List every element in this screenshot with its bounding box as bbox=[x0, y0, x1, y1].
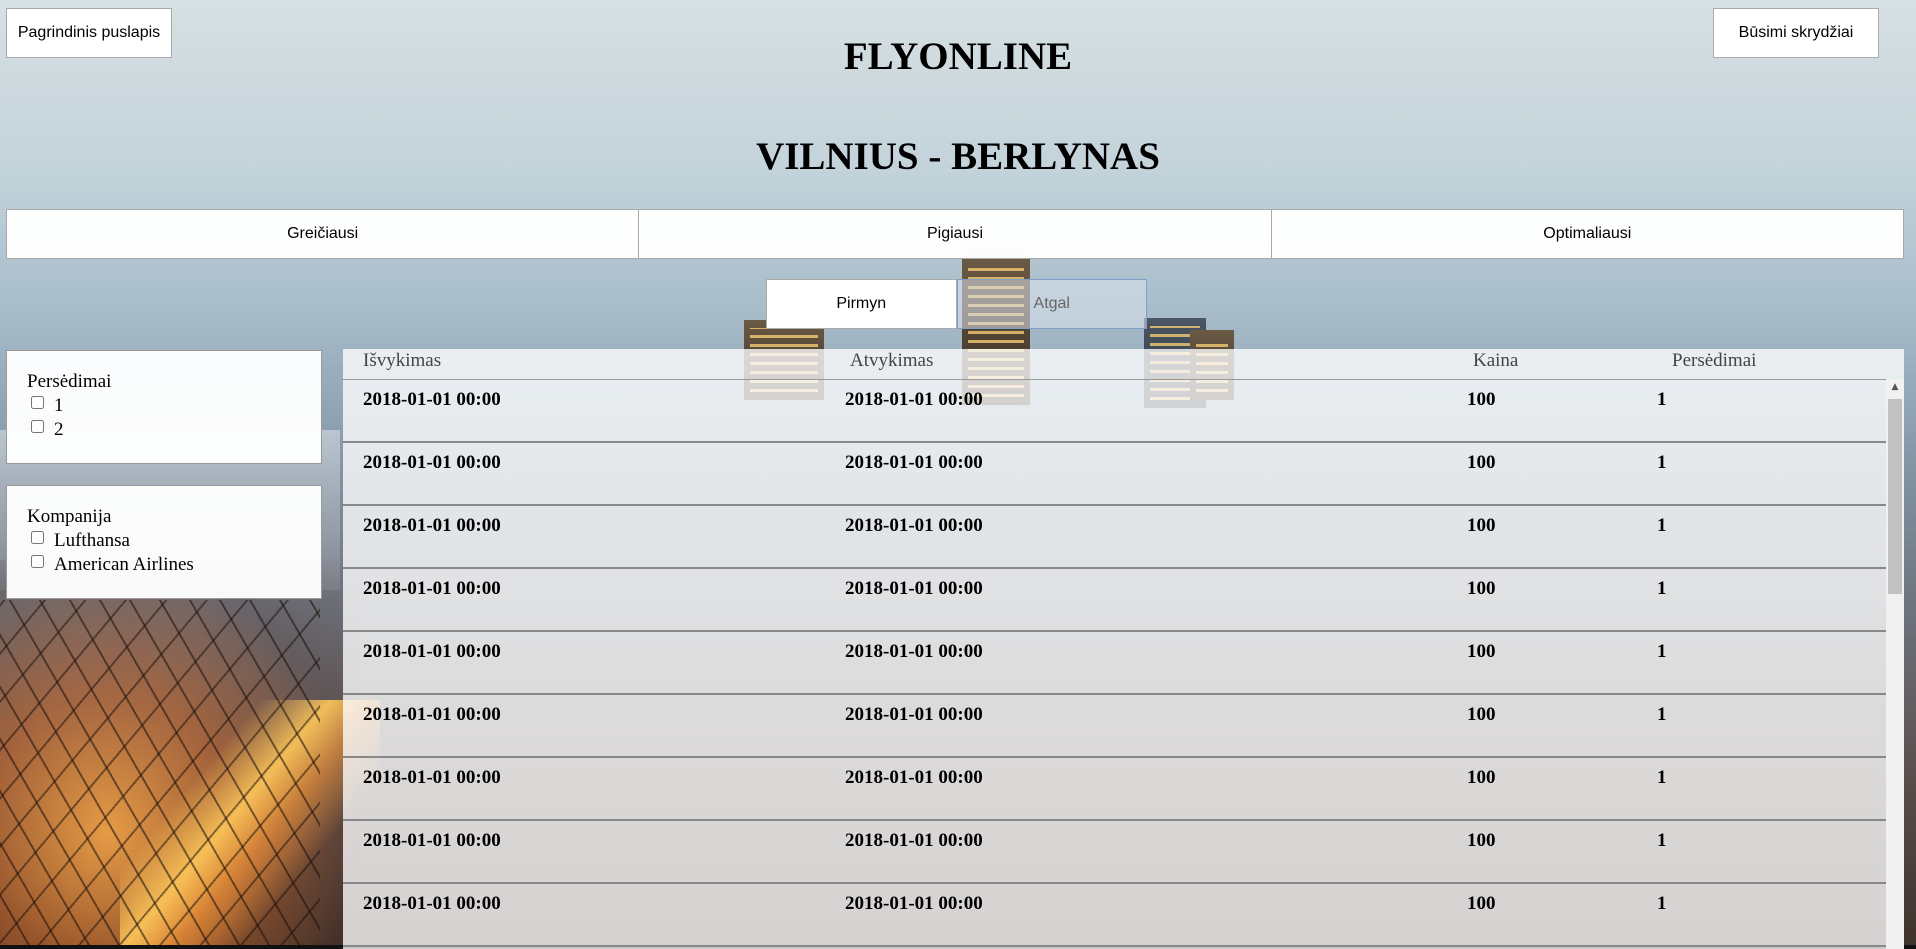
cell-price: 100 bbox=[1467, 767, 1496, 788]
cell-transfers: 1 bbox=[1657, 893, 1667, 914]
direction-toggle: Pirmyn Atgal bbox=[766, 279, 1147, 329]
flight-results-table: Išvykimas Atvykimas Kaina Persėdimai 201… bbox=[343, 349, 1904, 949]
lufthansa-checkbox[interactable] bbox=[31, 530, 44, 544]
cell-transfers: 1 bbox=[1657, 641, 1667, 662]
table-body: 2018-01-01 00:00 2018-01-01 00:00 100 1 … bbox=[343, 380, 1886, 947]
table-row[interactable]: 2018-01-01 00:00 2018-01-01 00:00 100 1 bbox=[343, 443, 1886, 506]
cell-price: 100 bbox=[1467, 830, 1496, 851]
transfers-option-label: 1 bbox=[54, 395, 64, 416]
table-row[interactable]: 2018-01-01 00:00 2018-01-01 00:00 100 1 bbox=[343, 569, 1886, 632]
cell-arrival: 2018-01-01 00:00 bbox=[845, 515, 983, 536]
header-price: Kaina bbox=[1473, 350, 1519, 371]
sort-fastest-button[interactable]: Greičiausi bbox=[6, 209, 640, 259]
cell-price: 100 bbox=[1467, 515, 1496, 536]
cell-transfers: 1 bbox=[1657, 452, 1667, 473]
cell-transfers: 1 bbox=[1657, 578, 1667, 599]
cell-price: 100 bbox=[1467, 704, 1496, 725]
route-title: VILNIUS - BERLYNAS bbox=[756, 135, 1160, 178]
table-row[interactable]: 2018-01-01 00:00 2018-01-01 00:00 100 1 bbox=[343, 632, 1886, 695]
cell-arrival: 2018-01-01 00:00 bbox=[845, 830, 983, 851]
transfers-option-2[interactable]: 2 bbox=[31, 418, 321, 442]
site-brand-title: FLYONLINE bbox=[843, 35, 1073, 78]
company-option-lufthansa[interactable]: Lufthansa bbox=[31, 529, 321, 553]
cell-transfers: 1 bbox=[1657, 830, 1667, 851]
cell-arrival: 2018-01-01 00:00 bbox=[845, 452, 983, 473]
cell-price: 100 bbox=[1467, 578, 1496, 599]
table-row[interactable]: 2018-01-01 00:00 2018-01-01 00:00 100 1 bbox=[343, 884, 1886, 947]
company-option-american-airlines[interactable]: American Airlines bbox=[31, 553, 321, 577]
cell-transfers: 1 bbox=[1657, 704, 1667, 725]
cell-arrival: 2018-01-01 00:00 bbox=[845, 641, 983, 662]
company-option-label: Lufthansa bbox=[54, 530, 130, 551]
cell-departure: 2018-01-01 00:00 bbox=[363, 641, 501, 662]
table-row[interactable]: 2018-01-01 00:00 2018-01-01 00:00 100 1 bbox=[343, 506, 1886, 569]
cell-price: 100 bbox=[1467, 641, 1496, 662]
header-transfers: Persėdimai bbox=[1672, 350, 1757, 371]
table-row[interactable]: 2018-01-01 00:00 2018-01-01 00:00 100 1 bbox=[343, 695, 1886, 758]
cell-departure: 2018-01-01 00:00 bbox=[363, 767, 501, 788]
table-row[interactable]: 2018-01-01 00:00 2018-01-01 00:00 100 1 bbox=[343, 821, 1886, 884]
cell-price: 100 bbox=[1467, 452, 1496, 473]
cell-arrival: 2018-01-01 00:00 bbox=[845, 767, 983, 788]
cell-departure: 2018-01-01 00:00 bbox=[363, 830, 501, 851]
cell-transfers: 1 bbox=[1657, 767, 1667, 788]
transfers-filter-title: Persėdimai bbox=[27, 371, 112, 392]
company-option-label: American Airlines bbox=[54, 554, 194, 575]
transfers-filter-panel: Persėdimai 1 2 bbox=[6, 350, 322, 464]
transfers-1-checkbox[interactable] bbox=[31, 395, 44, 409]
cell-departure: 2018-01-01 00:00 bbox=[363, 893, 501, 914]
table-header: Išvykimas Atvykimas Kaina Persėdimai bbox=[343, 349, 1886, 380]
cell-arrival: 2018-01-01 00:00 bbox=[845, 704, 983, 725]
cell-departure: 2018-01-01 00:00 bbox=[363, 452, 501, 473]
company-filter-panel: Kompanija Lufthansa American Airlines bbox=[6, 485, 322, 599]
scrollbar-thumb[interactable] bbox=[1888, 399, 1902, 594]
background-tree-branches bbox=[0, 600, 320, 949]
sort-cheapest-button[interactable]: Pigiausi bbox=[639, 209, 1272, 259]
scroll-up-arrow-icon[interactable]: ▲ bbox=[1886, 379, 1904, 395]
cell-departure: 2018-01-01 00:00 bbox=[363, 578, 501, 599]
cell-price: 100 bbox=[1467, 893, 1496, 914]
transfers-2-checkbox[interactable] bbox=[31, 419, 44, 433]
cell-transfers: 1 bbox=[1657, 389, 1667, 410]
table-row[interactable]: 2018-01-01 00:00 2018-01-01 00:00 100 1 bbox=[343, 758, 1886, 821]
cell-arrival: 2018-01-01 00:00 bbox=[845, 578, 983, 599]
header-arrival: Atvykimas bbox=[850, 350, 934, 371]
header-departure: Išvykimas bbox=[363, 350, 442, 371]
cell-price: 100 bbox=[1467, 389, 1496, 410]
cell-transfers: 1 bbox=[1657, 515, 1667, 536]
transfers-option-label: 2 bbox=[54, 419, 64, 440]
cell-departure: 2018-01-01 00:00 bbox=[363, 704, 501, 725]
cell-departure: 2018-01-01 00:00 bbox=[363, 389, 501, 410]
transfers-option-1[interactable]: 1 bbox=[31, 394, 321, 418]
cell-arrival: 2018-01-01 00:00 bbox=[845, 389, 983, 410]
american-airlines-checkbox[interactable] bbox=[31, 554, 44, 568]
sort-optimal-button[interactable]: Optimaliausi bbox=[1271, 209, 1904, 259]
sort-tabs: Greičiausi Pigiausi Optimaliausi bbox=[6, 209, 1904, 259]
direction-forward-button[interactable]: Pirmyn bbox=[766, 279, 957, 329]
results-scrollbar[interactable]: ▲ bbox=[1886, 379, 1904, 949]
cell-arrival: 2018-01-01 00:00 bbox=[845, 893, 983, 914]
cell-departure: 2018-01-01 00:00 bbox=[363, 515, 501, 536]
table-row[interactable]: 2018-01-01 00:00 2018-01-01 00:00 100 1 bbox=[343, 380, 1886, 443]
direction-back-button[interactable]: Atgal bbox=[956, 279, 1147, 329]
company-filter-title: Kompanija bbox=[27, 506, 112, 527]
